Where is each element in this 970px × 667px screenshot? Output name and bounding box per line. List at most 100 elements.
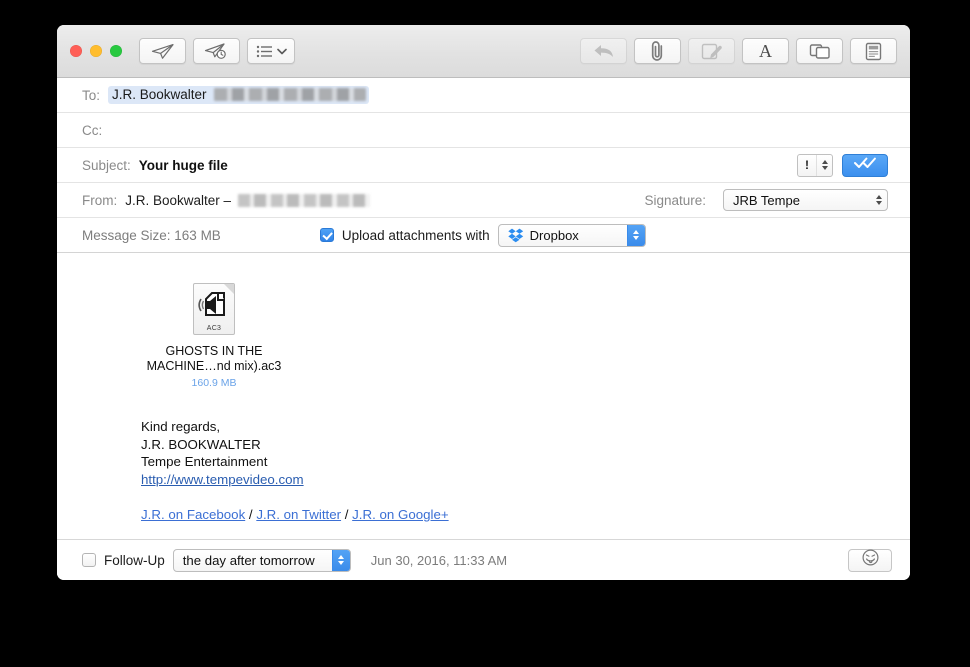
followup-label: Follow-Up bbox=[104, 552, 165, 568]
subject-label: Subject: bbox=[82, 157, 131, 173]
attachment-filename-line2: MACHINE…nd mix).ac3 bbox=[146, 359, 282, 373]
recipient-email-redacted bbox=[213, 88, 366, 101]
followup-timestamp: Jun 30, 2016, 11:33 AM bbox=[370, 552, 508, 568]
signature-line-3: Tempe Entertainment bbox=[141, 454, 268, 469]
signature-label: Signature: bbox=[644, 192, 706, 208]
stationery-document-icon bbox=[865, 42, 882, 61]
desktop-background: A To: J.R. Bookwalter Cc: Subject: Your … bbox=[0, 0, 970, 667]
to-label: To: bbox=[82, 87, 101, 103]
signature-line-2: J.R. BOOKWALTER bbox=[141, 436, 261, 452]
chevron-down-icon bbox=[276, 48, 287, 55]
upload-attachments-control: Upload attachments with Dropbox bbox=[319, 223, 646, 247]
social-links-row: J.R. on Facebook / J.R. on Twitter / J.R… bbox=[141, 507, 910, 522]
priority-stepper[interactable]: ! bbox=[797, 153, 833, 177]
from-email-redacted bbox=[238, 193, 371, 207]
chevron-up-icon bbox=[338, 555, 345, 559]
window-titlebar: A bbox=[57, 25, 910, 78]
zoom-button[interactable] bbox=[110, 45, 122, 57]
signature-value: JRB Tempe bbox=[733, 192, 800, 208]
list-icon bbox=[256, 45, 273, 58]
attachment-filename: GHOSTS IN THE MACHINE…nd mix).ac3 bbox=[139, 344, 289, 374]
attachment-pen-icon bbox=[701, 42, 723, 61]
followup-group: Follow-Up the day after tomorrow Jun 30,… bbox=[82, 548, 508, 572]
attachment-filename-line1: GHOSTS IN THE bbox=[165, 344, 263, 358]
toolbar-left-group bbox=[139, 38, 295, 64]
link-separator-1: / bbox=[245, 507, 257, 522]
upload-service-value: Dropbox bbox=[529, 227, 579, 243]
mail-compose-window: A To: J.R. Bookwalter Cc: Subject: Your … bbox=[57, 25, 910, 580]
link-separator-2: / bbox=[341, 507, 353, 522]
smiley-tongue-icon bbox=[861, 549, 879, 571]
from-field-row[interactable]: From: J.R. Bookwalter – Signature: JRB T… bbox=[57, 183, 910, 218]
attachment-size: 160.9 MB bbox=[191, 377, 237, 389]
to-field-row[interactable]: To: J.R. Bookwalter bbox=[57, 78, 910, 113]
upload-service-chevrons bbox=[626, 224, 645, 246]
cc-label: Cc: bbox=[82, 122, 103, 138]
from-account-name: J.R. Bookwalter – bbox=[125, 192, 232, 208]
chevron-up-icon bbox=[821, 160, 828, 164]
chevron-down-icon bbox=[633, 236, 640, 240]
ac3-file-icon: AC3 bbox=[193, 283, 235, 335]
toolbar-right-group: A bbox=[580, 38, 897, 64]
letter-a-icon: A bbox=[759, 41, 772, 61]
chevron-down-icon bbox=[338, 561, 345, 565]
message-size-row: Message Size: 163 MB Upload attachments … bbox=[57, 218, 910, 253]
upload-attachments-checkbox[interactable] bbox=[319, 228, 334, 242]
overlapping-windows-icon bbox=[809, 43, 831, 60]
signature-chevrons bbox=[870, 195, 887, 205]
facebook-link[interactable]: J.R. on Facebook bbox=[141, 507, 245, 522]
attach-button[interactable] bbox=[634, 38, 681, 64]
paperclip-icon bbox=[649, 40, 666, 62]
message-body[interactable]: AC3 GHOSTS IN THE MACHINE…nd mix).ac3 16… bbox=[57, 253, 910, 539]
send-confirm-button[interactable] bbox=[842, 153, 888, 177]
upload-attachments-label: Upload attachments with bbox=[341, 227, 490, 243]
format-button[interactable]: A bbox=[742, 38, 789, 64]
emoji-picker-button[interactable] bbox=[848, 548, 892, 572]
reply-button[interactable] bbox=[580, 38, 627, 64]
paper-plane-clock-icon bbox=[204, 42, 230, 60]
send-later-button[interactable] bbox=[193, 38, 240, 64]
signature-select[interactable]: JRB Tempe bbox=[723, 189, 888, 211]
template-list-button[interactable] bbox=[247, 38, 295, 64]
stationery-button[interactable] bbox=[850, 38, 897, 64]
markup-button[interactable] bbox=[688, 38, 735, 64]
signature-line-1: Kind regards, bbox=[141, 419, 221, 434]
twitter-link[interactable]: J.R. on Twitter bbox=[256, 507, 341, 522]
double-check-icon bbox=[854, 156, 876, 174]
cc-field-row[interactable]: Cc: bbox=[57, 113, 910, 148]
from-value[interactable]: J.R. Bookwalter – bbox=[125, 192, 371, 208]
followup-when-select[interactable]: the day after tomorrow bbox=[172, 548, 351, 572]
chevron-up-icon bbox=[633, 230, 640, 234]
followup-chevrons bbox=[331, 549, 350, 571]
attachment-item[interactable]: AC3 GHOSTS IN THE MACHINE…nd mix).ac3 16… bbox=[139, 283, 289, 389]
compose-header-fields: To: J.R. Bookwalter Cc: Subject: Your hu… bbox=[57, 78, 910, 253]
signature-website-link[interactable]: http://www.tempevideo.com bbox=[141, 471, 910, 489]
from-label: From: bbox=[82, 192, 118, 208]
recipient-name: J.R. Bookwalter bbox=[112, 87, 207, 102]
paper-plane-icon bbox=[151, 43, 175, 60]
audio-document-glyph-icon bbox=[198, 290, 232, 322]
googleplus-link[interactable]: J.R. on Google+ bbox=[352, 507, 448, 522]
priority-chevrons[interactable] bbox=[816, 154, 832, 176]
subject-field-row[interactable]: Subject: Your huge file ! bbox=[57, 148, 910, 183]
signature-controls: Signature: JRB Tempe bbox=[644, 189, 888, 211]
message-size-label: Message Size: 163 MB bbox=[82, 227, 221, 243]
followup-checkbox[interactable] bbox=[82, 553, 96, 567]
email-signature-block: Kind regards, J.R. BOOKWALTER Tempe Ente… bbox=[141, 418, 910, 488]
reply-arrow-icon bbox=[593, 43, 615, 59]
chevron-down-icon bbox=[821, 166, 828, 170]
send-button[interactable] bbox=[139, 38, 186, 64]
photo-browser-button[interactable] bbox=[796, 38, 843, 64]
minimize-button[interactable] bbox=[90, 45, 102, 57]
subject-input[interactable]: Your huge file bbox=[139, 158, 228, 173]
upload-service-select[interactable]: Dropbox bbox=[497, 223, 646, 247]
close-button[interactable] bbox=[70, 45, 82, 57]
dropbox-logo-icon bbox=[507, 228, 524, 243]
traffic-light-group bbox=[70, 45, 122, 57]
recipient-token[interactable]: J.R. Bookwalter bbox=[108, 86, 369, 104]
followup-footer-bar: Follow-Up the day after tomorrow Jun 30,… bbox=[57, 539, 910, 580]
chevron-down-icon bbox=[875, 201, 882, 205]
subject-row-controls: ! bbox=[797, 153, 888, 177]
chevron-up-icon bbox=[875, 195, 882, 199]
followup-when-value: the day after tomorrow bbox=[182, 552, 315, 568]
